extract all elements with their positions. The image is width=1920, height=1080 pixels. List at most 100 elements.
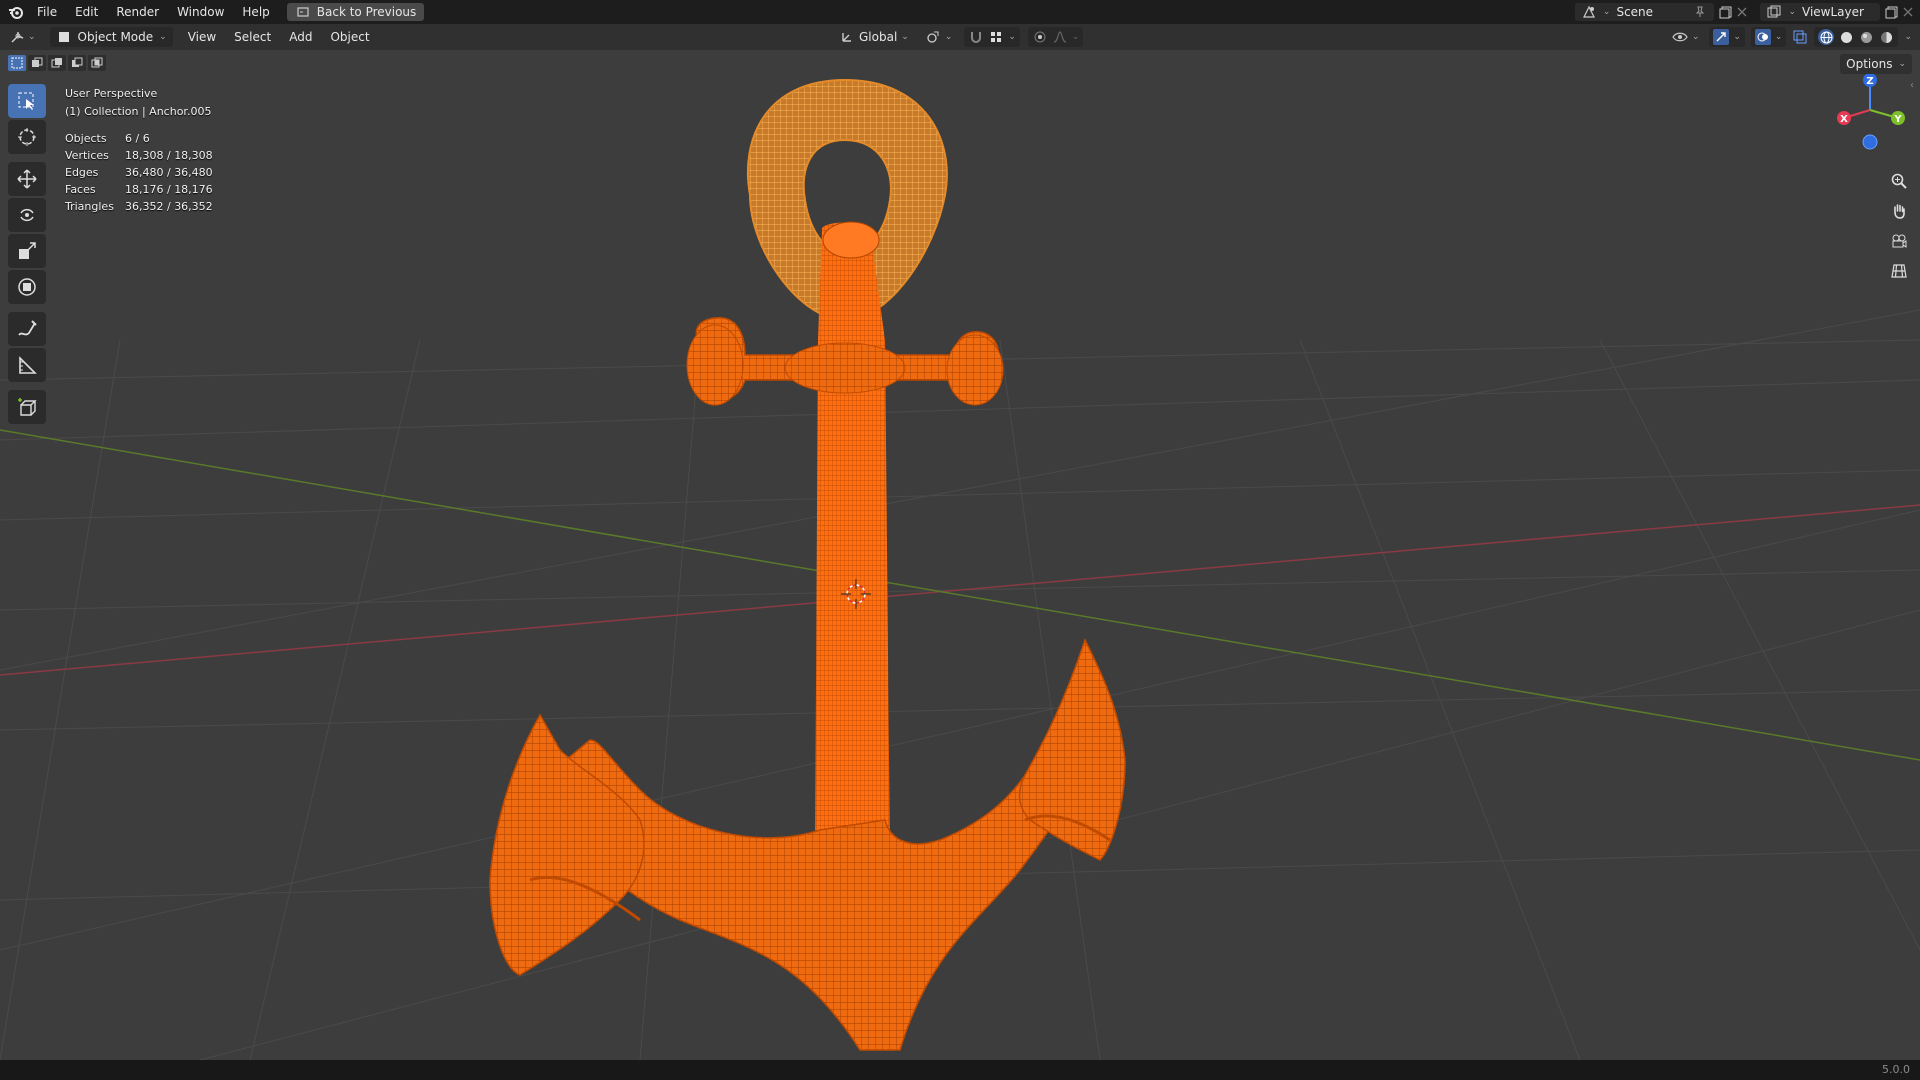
floor-grid: [0, 309, 1920, 1060]
object-mode-label: Object Mode: [77, 30, 154, 44]
solid-shading-icon[interactable]: [1838, 29, 1854, 45]
chevron-down-icon: ⌄: [28, 32, 36, 42]
scene-selector[interactable]: ⌄ Scene: [1574, 3, 1715, 21]
zoom-magnifier-icon: [1891, 173, 1907, 189]
proportional-editing-icon: [1032, 29, 1048, 45]
rotate-tool[interactable]: [8, 198, 46, 232]
proportional-editing-toggle[interactable]: ⌄: [1027, 27, 1084, 47]
measure-tool[interactable]: [8, 348, 46, 382]
zoom-view-button[interactable]: [1886, 168, 1912, 194]
gizmo-icon: [1713, 29, 1730, 45]
tool-shelf: [8, 84, 48, 426]
chevron-down-icon: ⌄: [944, 32, 953, 42]
transform-tool[interactable]: [8, 270, 46, 304]
gizmo-z-label: Z: [1866, 76, 1873, 87]
menu-add[interactable]: Add: [280, 24, 321, 50]
options-dropdown[interactable]: Options ⌄: [1840, 54, 1912, 74]
gizmo-y-label: Y: [1893, 114, 1902, 125]
wireframe-shading-icon[interactable]: [1818, 29, 1835, 45]
top-menu-bar: File Edit Render Window Help Back to Pre…: [0, 0, 1920, 24]
select-extend-icon[interactable]: [28, 55, 46, 71]
menu-edit[interactable]: Edit: [66, 0, 107, 24]
transform-icon: [18, 278, 36, 296]
select-box-tool[interactable]: [8, 84, 46, 118]
menu-object[interactable]: Object: [321, 24, 378, 50]
object-mode-dropdown[interactable]: Object Mode ⌄: [49, 27, 173, 47]
cursor-tool[interactable]: [8, 120, 46, 154]
visibility-dropdown[interactable]: ⌄: [1668, 27, 1704, 47]
select-invert-icon[interactable]: [68, 55, 86, 71]
stat-label: Objects: [65, 132, 107, 145]
scene-icon: [1581, 4, 1597, 20]
overlays-icon: [1754, 29, 1771, 45]
select-intersect-icon[interactable]: [88, 55, 106, 71]
menu-file[interactable]: File: [28, 0, 66, 24]
view-layer-name[interactable]: ViewLayer: [1802, 5, 1874, 19]
menu-render[interactable]: Render: [107, 0, 168, 24]
sidebar-toggle-icon[interactable]: ‹: [1910, 80, 1920, 100]
render-layers-icon: [1766, 4, 1782, 20]
object-mode-icon: [56, 29, 72, 45]
rendered-shading-icon[interactable]: [1878, 29, 1894, 45]
select-new-icon[interactable]: [8, 55, 26, 71]
add-cube-tool[interactable]: [8, 390, 46, 424]
orientation-label: Global: [859, 30, 898, 44]
scene-name[interactable]: Scene: [1616, 5, 1686, 19]
chevron-down-icon: ⌄: [1008, 32, 1016, 42]
menu-help[interactable]: Help: [233, 0, 278, 24]
stat-value: 6 / 6: [125, 132, 150, 145]
new-view-layer-icon[interactable]: [1884, 4, 1900, 20]
overlays-toggle[interactable]: ⌄: [1750, 27, 1787, 47]
toggle-projection-button[interactable]: [1886, 258, 1912, 284]
back-to-previous-button[interactable]: Back to Previous: [286, 3, 425, 21]
select-subtract-icon[interactable]: [48, 55, 66, 71]
scale-icon: [19, 242, 36, 259]
stat-row: Vertices 18,308 / 18,308: [65, 147, 213, 164]
view-layer-selector[interactable]: ⌄ ViewLayer: [1760, 3, 1880, 21]
menu-window[interactable]: Window: [168, 0, 233, 24]
navigation-gizmo[interactable]: Z Y X: [1830, 70, 1910, 160]
move-tool[interactable]: [8, 162, 46, 196]
top-right-controls: ⌄ Scene ⌄ ViewLayer: [1574, 0, 1920, 24]
orientation-dropdown[interactable]: Global ⌄: [835, 27, 913, 47]
editor-type-icon[interactable]: [10, 29, 26, 45]
blender-logo-icon[interactable]: [4, 0, 28, 24]
move-icon: [17, 169, 37, 189]
stat-value: 18,176 / 18,176: [125, 183, 213, 196]
stat-label: Vertices: [65, 149, 109, 162]
select-box-icon: [18, 92, 34, 110]
3d-viewport[interactable]: Z Y X ‹: [0, 50, 1920, 1060]
delete-view-layer-icon[interactable]: [1900, 4, 1916, 20]
stat-label: Faces: [65, 183, 96, 196]
chevron-down-icon: ⌄: [1071, 32, 1080, 42]
back-to-previous-label: Back to Previous: [316, 5, 417, 19]
chevron-down-icon: ⌄: [1691, 32, 1700, 42]
stat-label: Triangles: [65, 200, 114, 213]
options-label: Options: [1846, 57, 1893, 71]
stat-value: 18,308 / 18,308: [125, 149, 213, 162]
scale-tool[interactable]: [8, 234, 46, 268]
delete-scene-icon[interactable]: [1734, 4, 1750, 20]
chevron-down-icon: ⌄: [1774, 32, 1783, 42]
annotate-tool[interactable]: [8, 312, 46, 346]
gizmo-toggle[interactable]: ⌄: [1709, 27, 1745, 47]
camera-view-button[interactable]: [1886, 228, 1912, 254]
pivot-point-dropdown[interactable]: ⌄: [921, 27, 957, 47]
gizmo-x-label: X: [1840, 114, 1848, 125]
stat-row: Triangles 36,352 / 36,352: [65, 198, 213, 215]
stat-row: Faces 18,176 / 18,176: [65, 181, 213, 198]
view-perspective-label: User Perspective: [65, 87, 158, 100]
pan-view-button[interactable]: [1886, 198, 1912, 224]
stat-value: 36,480 / 36,480: [125, 166, 213, 179]
new-scene-icon[interactable]: [1718, 4, 1734, 20]
stat-value: 36,352 / 36,352: [125, 200, 213, 213]
menu-view[interactable]: View: [179, 24, 225, 50]
shading-options-chevron-icon[interactable]: ⌄: [1904, 32, 1912, 42]
xray-toggle-icon[interactable]: [1792, 29, 1808, 45]
shading-mode-group: [1814, 27, 1899, 47]
gizmo-neg-z-axis[interactable]: [1862, 134, 1878, 150]
material-preview-icon[interactable]: [1858, 29, 1874, 45]
pin-icon[interactable]: [1692, 4, 1708, 20]
snap-toggle[interactable]: ⌄: [964, 27, 1020, 47]
menu-select[interactable]: Select: [225, 24, 280, 50]
